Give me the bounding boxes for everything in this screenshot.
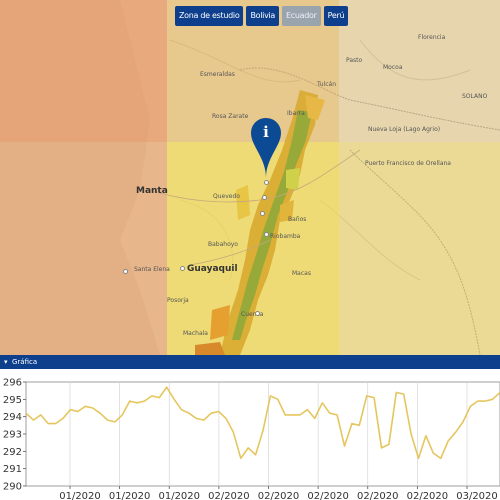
place-label: Cuenca [241,311,264,318]
tab-ecuador[interactable]: Ecuador [282,6,321,26]
time-series-chart: 290 291 292 293 294 295 296 01/2020 01/2020 01/20… [0,369,500,500]
location-pin-icon[interactable]: i [251,118,281,178]
place-label: Santa Elena [134,266,170,273]
place-label: Macas [292,270,311,277]
place-label: Ibarra [287,110,305,117]
place-label: Machala [183,330,208,337]
map-view[interactable]: Zona de estudio Bolivia Ecuador Perú i F… [0,0,500,355]
place-label: Tulcán [317,81,337,88]
x-tick-label: 01/2020 [109,491,151,500]
x-tick-label: 02/2020 [208,491,250,500]
country-tabs: Zona de estudio Bolivia Ecuador Perú [175,6,349,26]
city-marker-icon [255,311,260,316]
city-marker-icon [180,266,185,271]
city-marker-icon [264,180,269,185]
collapse-chevron-icon[interactable]: ▾ [4,355,8,369]
city-marker-icon [262,195,267,200]
x-tick-label: 02/2020 [307,491,349,500]
y-tick-label: 296 [3,378,22,389]
place-label: Manta [136,186,168,196]
place-label: Guayaquil [187,264,238,274]
plot-frame [25,381,500,487]
place-label: Posorja [167,297,189,304]
tab-zona-de-estudio[interactable]: Zona de estudio [175,6,244,26]
y-tick-label: 293 [3,430,22,441]
x-tick-label: 01/2020 [59,491,101,500]
place-label: Esmeraldas [200,71,235,78]
pin-info-label: i [263,123,269,141]
chart-panel-title: Gráfica [12,358,38,366]
map-canvas [0,0,500,355]
place-label: Rosa Zarate [212,113,249,120]
place-label: Riobamba [270,233,301,240]
city-marker-icon [264,232,269,237]
x-tick-label: 02/2020 [357,491,399,500]
y-tick-label: 294 [3,412,22,423]
place-label: Baños [288,216,307,223]
x-tick-label: 03/2020 [456,491,498,500]
y-tick-label: 291 [3,464,22,475]
x-tick-label: 02/2020 [258,491,300,500]
y-tick-label: 290 [3,482,22,493]
place-label: Nueva Loja (Lago Agrio) [368,126,441,133]
y-tick-label: 295 [3,395,22,406]
city-marker-icon [123,269,128,274]
x-tick-label: 02/2020 [407,491,449,500]
y-tick-label: 292 [3,447,22,458]
chart-canvas: 290 291 292 293 294 295 296 01/2020 01/2020 01/20… [3,378,500,500]
place-label: Puerto Francisco de Orellana [365,160,451,167]
place-label: Pasto [346,57,363,64]
chart-panel-header[interactable]: ▾ Gráfica [0,355,500,369]
place-label: Mocoa [383,64,403,71]
place-label: Babahoyo [208,241,238,248]
place-label: Quevedo [213,193,240,200]
tab-peru[interactable]: Perú [323,6,349,26]
city-marker-icon [260,211,265,216]
place-label: SOLANO [462,93,488,100]
x-tick-label: 01/2020 [158,491,200,500]
tab-bolivia[interactable]: Bolivia [246,6,280,26]
place-label: Florencia [418,34,446,41]
